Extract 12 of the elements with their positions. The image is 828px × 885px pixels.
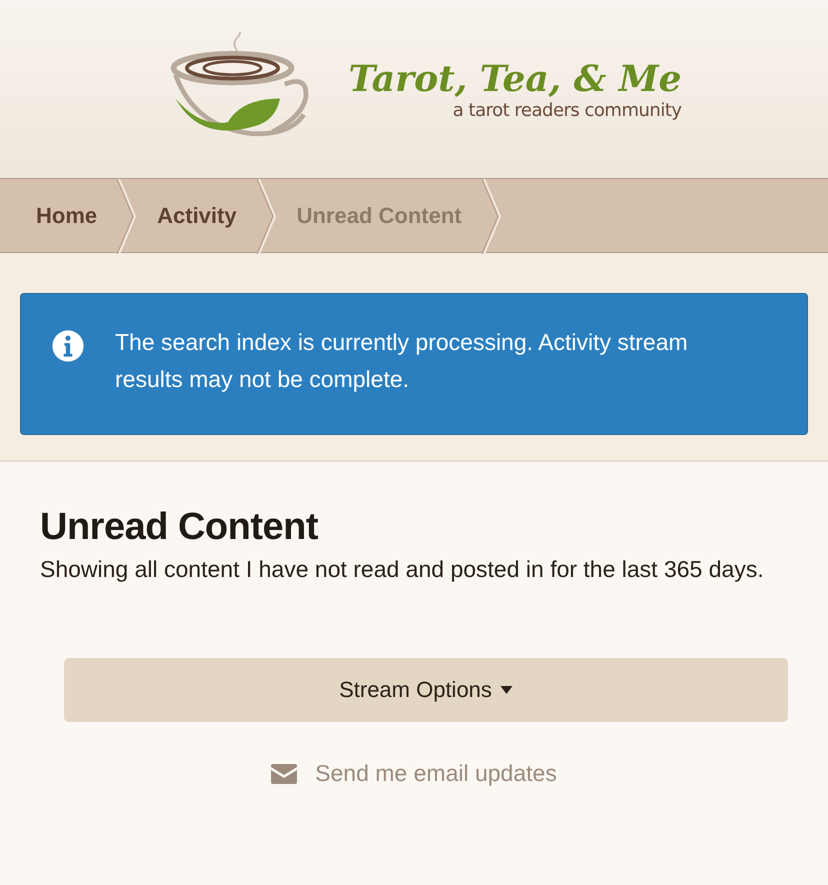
breadcrumb-link[interactable]: Home bbox=[16, 179, 118, 252]
stream-options-button[interactable]: Stream Options bbox=[64, 658, 788, 722]
page-description: Showing all content I have not read and posted in for the last 365 days. bbox=[40, 555, 765, 584]
site-title: Tarot, Tea, & Me bbox=[348, 58, 682, 100]
caret-icon bbox=[500, 686, 513, 694]
site-tagline: a tarot readers community bbox=[452, 100, 682, 120]
breadcrumb-link[interactable]: Activity bbox=[137, 179, 257, 252]
alert-message: The search index is currently processing. Activity stream results may not be complete. bbox=[115, 328, 689, 394]
envelope-icon bbox=[271, 764, 298, 784]
email-updates-link[interactable]: Send me email updates bbox=[40, 760, 788, 787]
page-title: Unread Content bbox=[40, 506, 319, 549]
info-icon bbox=[51, 329, 85, 363]
